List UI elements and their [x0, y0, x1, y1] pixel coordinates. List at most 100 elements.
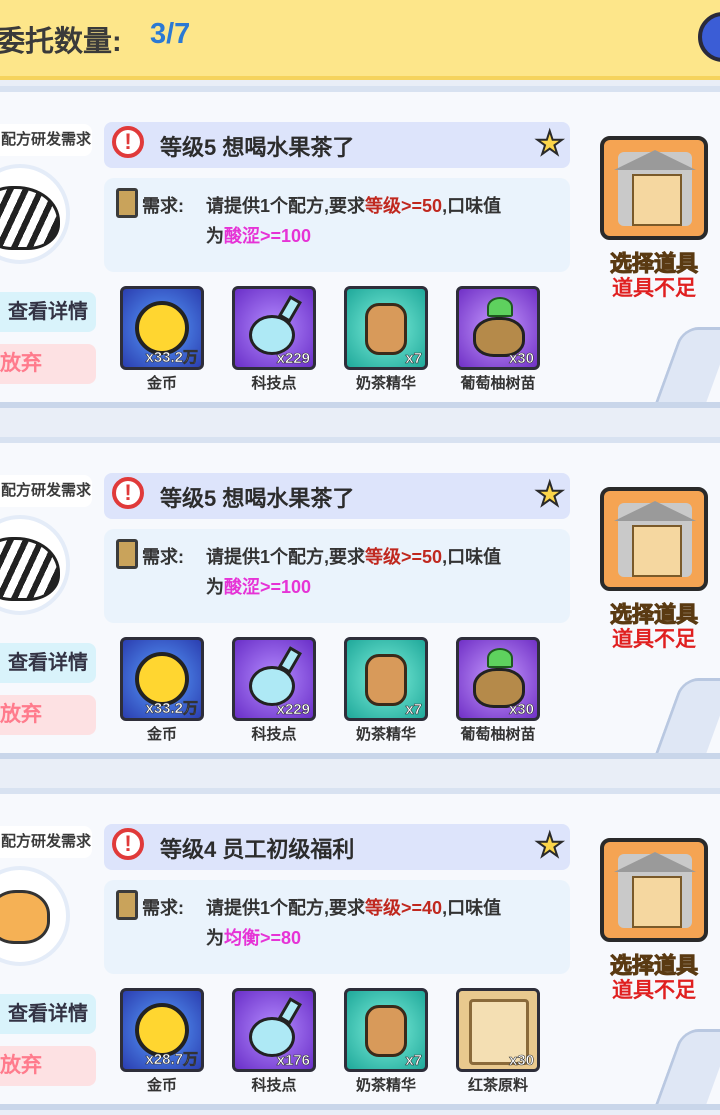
reward-quantity: x7: [405, 350, 422, 367]
requirement-flavor: 均衡>=80: [224, 928, 302, 948]
coin-icon: x33.2万: [120, 286, 204, 370]
reward-quantity: x176: [276, 1052, 310, 1069]
reward-item[interactable]: x30 葡萄柚树苗: [456, 286, 540, 393]
page-fold-corner: [655, 1029, 720, 1104]
reward-item[interactable]: x229 科技点: [232, 286, 316, 393]
sprout-shape: [487, 297, 513, 317]
abandon-button[interactable]: 放弃: [0, 1046, 96, 1086]
reward-name: 葡萄柚树苗: [460, 375, 536, 392]
requirement-text: ,口味值: [442, 898, 502, 918]
flask-icon: x229: [232, 637, 316, 721]
reward-item[interactable]: x33.2万 金币: [120, 637, 204, 744]
clipboard-icon: [116, 188, 138, 218]
requirement-level-value: >=50: [401, 547, 443, 567]
reward-name: 奶茶精华: [355, 726, 416, 743]
reward-name: 红茶原料: [467, 1077, 528, 1094]
commission-card: 配方研发需求 查看详情 放弃 ! 等级5 想喝水果茶了 ★ 需求: 请提供1个配…: [0, 86, 720, 408]
reward-quantity: x229: [276, 701, 310, 718]
insufficient-items-label: 道具不足: [612, 628, 696, 651]
requirement-text: 为: [206, 226, 224, 246]
warehouse-roof-shape: [614, 852, 696, 872]
alert-icon: !: [112, 126, 144, 158]
reward-quantity: x30: [508, 350, 535, 367]
star-icon[interactable]: ★: [534, 475, 565, 513]
warehouse-door-shape: [632, 876, 682, 928]
reward-item[interactable]: x176 科技点: [232, 988, 316, 1095]
requirement-line-1: 请提供1个配方,要求等级>=50,口味值: [206, 543, 501, 569]
requirement-text: 请提供1个配方,要求: [206, 547, 366, 567]
view-details-button[interactable]: 查看详情: [0, 292, 96, 332]
view-details-button[interactable]: 查看详情: [0, 643, 96, 683]
seed-bag-icon: x30: [456, 286, 540, 370]
reward-item[interactable]: x30 红茶原料: [456, 988, 540, 1095]
requirement-box: 需求: 请提供1个配方,要求等级>=50,口味值 为酸涩>=100: [104, 178, 570, 272]
reward-name: 科技点: [251, 375, 297, 392]
requirement-text: 为: [206, 928, 224, 948]
card-type-tag: 配方研发需求: [0, 475, 92, 507]
alert-icon: !: [112, 477, 144, 509]
reward-quantity: x30: [508, 701, 535, 718]
requirement-line-2: 为均衡>=80: [206, 924, 301, 950]
card-title-bar: ! 等级4 员工初级福利 ★: [104, 824, 570, 870]
reward-name: 科技点: [251, 726, 297, 743]
coin-icon: x33.2万: [120, 637, 204, 721]
card-title-bar: ! 等级5 想喝水果茶了 ★: [104, 473, 570, 519]
reward-name: 金币: [146, 726, 177, 743]
flask-icon: x176: [232, 988, 316, 1072]
reward-item[interactable]: x7 奶茶精华: [344, 988, 428, 1095]
flask-body-shape: [249, 1017, 295, 1057]
reward-item[interactable]: x33.2万 金币: [120, 286, 204, 393]
star-icon[interactable]: ★: [534, 124, 565, 162]
insufficient-items-label: 道具不足: [612, 979, 696, 1002]
tea-jar-shape: [365, 654, 407, 706]
reward-quantity: x28.7万: [145, 1051, 198, 1069]
requirement-box: 需求: 请提供1个配方,要求等级>=40,口味值 为均衡>=80: [104, 880, 570, 974]
requirement-label: 需求:: [142, 547, 184, 567]
tea-jar-icon: x7: [344, 637, 428, 721]
reward-name: 金币: [146, 375, 177, 392]
requirement-level-label: 等级: [365, 196, 402, 216]
warehouse-door-shape: [632, 174, 682, 226]
requirement-label: 需求:: [142, 196, 184, 216]
reward-quantity: x7: [405, 1052, 422, 1069]
customer-avatar: [0, 164, 70, 264]
requirement-text: 请提供1个配方,要求: [206, 196, 366, 216]
reward-item[interactable]: x7 奶茶精华: [344, 637, 428, 744]
insufficient-items-label: 道具不足: [612, 277, 696, 300]
select-item-button[interactable]: [600, 487, 708, 591]
warehouse-roof-shape: [614, 501, 696, 521]
reward-item[interactable]: x229 科技点: [232, 637, 316, 744]
abandon-button[interactable]: 放弃: [0, 344, 96, 384]
reward-item[interactable]: x7 奶茶精华: [344, 286, 428, 393]
select-item-button[interactable]: [600, 136, 708, 240]
tea-jar-icon: x7: [344, 286, 428, 370]
tea-jar-shape: [365, 303, 407, 355]
select-item-button[interactable]: [600, 838, 708, 942]
commission-card: 配方研发需求 查看详情 放弃 ! 等级5 想喝水果茶了 ★ 需求: 请提供1个配…: [0, 437, 720, 759]
page-fold-corner: [655, 327, 720, 402]
warehouse-icon: [614, 852, 696, 928]
top-right-button[interactable]: [698, 12, 720, 62]
reward-quantity: x30: [508, 1052, 535, 1069]
card-title: 等级5 想喝水果茶了: [160, 486, 355, 511]
view-details-button[interactable]: 查看详情: [0, 994, 96, 1034]
card-type-tag: 配方研发需求: [0, 124, 92, 156]
card-type-tag: 配方研发需求: [0, 826, 92, 858]
requirement-level-value: >=50: [401, 196, 443, 216]
reward-item[interactable]: x28.7万 金币: [120, 988, 204, 1095]
top-bar: 委托数量: 3/7: [0, 0, 720, 80]
flask-body-shape: [249, 666, 295, 706]
reward-name: 葡萄柚树苗: [460, 726, 536, 743]
reward-quantity: x33.2万: [145, 349, 198, 367]
requirement-text: ,口味值: [442, 547, 502, 567]
reward-item[interactable]: x30 葡萄柚树苗: [456, 637, 540, 744]
requirement-level-label: 等级: [365, 547, 402, 567]
reward-name: 金币: [146, 1077, 177, 1094]
customer-avatar: [0, 515, 70, 615]
abandon-button[interactable]: 放弃: [0, 695, 96, 735]
requirement-flavor: 酸涩>=100: [224, 577, 312, 597]
star-icon[interactable]: ★: [534, 826, 565, 864]
seed-bag-icon: x30: [456, 637, 540, 721]
zebra-icon: [0, 537, 60, 601]
clipboard-icon: [116, 539, 138, 569]
